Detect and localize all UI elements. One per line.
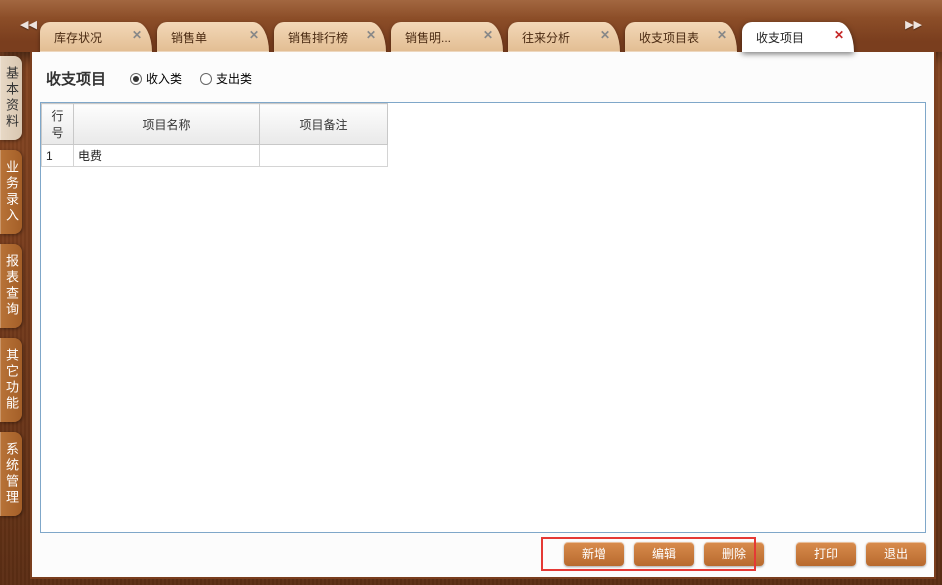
radio-icon: [200, 73, 212, 85]
table-row[interactable]: 1 电费: [42, 145, 388, 167]
rail-basic-data[interactable]: 基本资料: [0, 56, 22, 140]
tab-label: 库存状况: [54, 29, 102, 46]
col-header-remark[interactable]: 项目备注: [260, 104, 388, 145]
close-icon[interactable]: ✕: [364, 29, 378, 43]
category-radio-group: 收入类 支出类: [130, 70, 252, 87]
tab-strip: ◀◀ 库存状况 ✕ 销售单 ✕ 销售排行榜 ✕ 销售明... ✕ 往来分析 ✕ …: [0, 0, 942, 52]
print-button[interactable]: 打印: [796, 542, 856, 566]
radio-income[interactable]: 收入类: [130, 70, 182, 87]
tab-label: 销售排行榜: [288, 29, 348, 46]
close-icon[interactable]: ✕: [130, 29, 144, 43]
panel-header: 收支项目 收入类 支出类: [32, 52, 934, 97]
table-header-row: 行号 项目名称 项目备注: [42, 104, 388, 145]
cell-remark: [260, 145, 388, 167]
tab-label: 收支项目: [756, 29, 804, 46]
tab-label: 销售明...: [405, 29, 451, 46]
rail-system-management[interactable]: 系统管理: [0, 432, 22, 516]
tab-scroll-right-icon[interactable]: ▶▶: [905, 18, 922, 31]
radio-label: 支出类: [216, 70, 252, 87]
tab-receivable-analysis[interactable]: 往来分析 ✕: [508, 22, 620, 52]
radio-expense[interactable]: 支出类: [200, 70, 252, 87]
footer-toolbar: 新增 编辑 删除 打印 退出: [40, 539, 926, 569]
tab-sales-ranking[interactable]: 销售排行榜 ✕: [274, 22, 386, 52]
radio-icon: [130, 73, 142, 85]
close-icon[interactable]: ✕: [715, 29, 729, 43]
tab-income-expense-table[interactable]: 收支项目表 ✕: [625, 22, 737, 52]
tab-label: 收支项目表: [639, 29, 699, 46]
rail-other-functions[interactable]: 其它功能: [0, 338, 22, 422]
delete-button[interactable]: 删除: [704, 542, 764, 566]
workspace: 收支项目 收入类 支出类 行号 项目名称 项目备注 1: [30, 52, 936, 579]
tab-label: 销售单: [171, 29, 207, 46]
left-rail: 基本资料 业务录入 报表查询 其它功能 系统管理: [0, 56, 22, 516]
col-header-rownum[interactable]: 行号: [42, 104, 74, 145]
edit-button[interactable]: 编辑: [634, 542, 694, 566]
close-icon[interactable]: ✕: [247, 29, 261, 43]
tab-sales-order[interactable]: 销售单 ✕: [157, 22, 269, 52]
exit-button[interactable]: 退出: [866, 542, 926, 566]
add-button[interactable]: 新增: [564, 542, 624, 566]
tab-income-expense-item[interactable]: 收支项目 ✕: [742, 22, 854, 52]
rail-report-query[interactable]: 报表查询: [0, 244, 22, 328]
cell-name: 电费: [74, 145, 260, 167]
data-grid[interactable]: 行号 项目名称 项目备注 1 电费: [40, 102, 926, 533]
tab-inventory[interactable]: 库存状况 ✕: [40, 22, 152, 52]
close-icon[interactable]: ✕: [832, 29, 846, 43]
tab-sales-detail[interactable]: 销售明... ✕: [391, 22, 503, 52]
col-header-name[interactable]: 项目名称: [74, 104, 260, 145]
radio-label: 收入类: [146, 70, 182, 87]
rail-business-entry[interactable]: 业务录入: [0, 150, 22, 234]
panel-title: 收支项目: [46, 68, 106, 89]
close-icon[interactable]: ✕: [598, 29, 612, 43]
tab-label: 往来分析: [522, 29, 570, 46]
cell-rownum: 1: [42, 145, 74, 167]
tab-scroll-left-icon[interactable]: ◀◀: [20, 18, 37, 31]
close-icon[interactable]: ✕: [481, 29, 495, 43]
